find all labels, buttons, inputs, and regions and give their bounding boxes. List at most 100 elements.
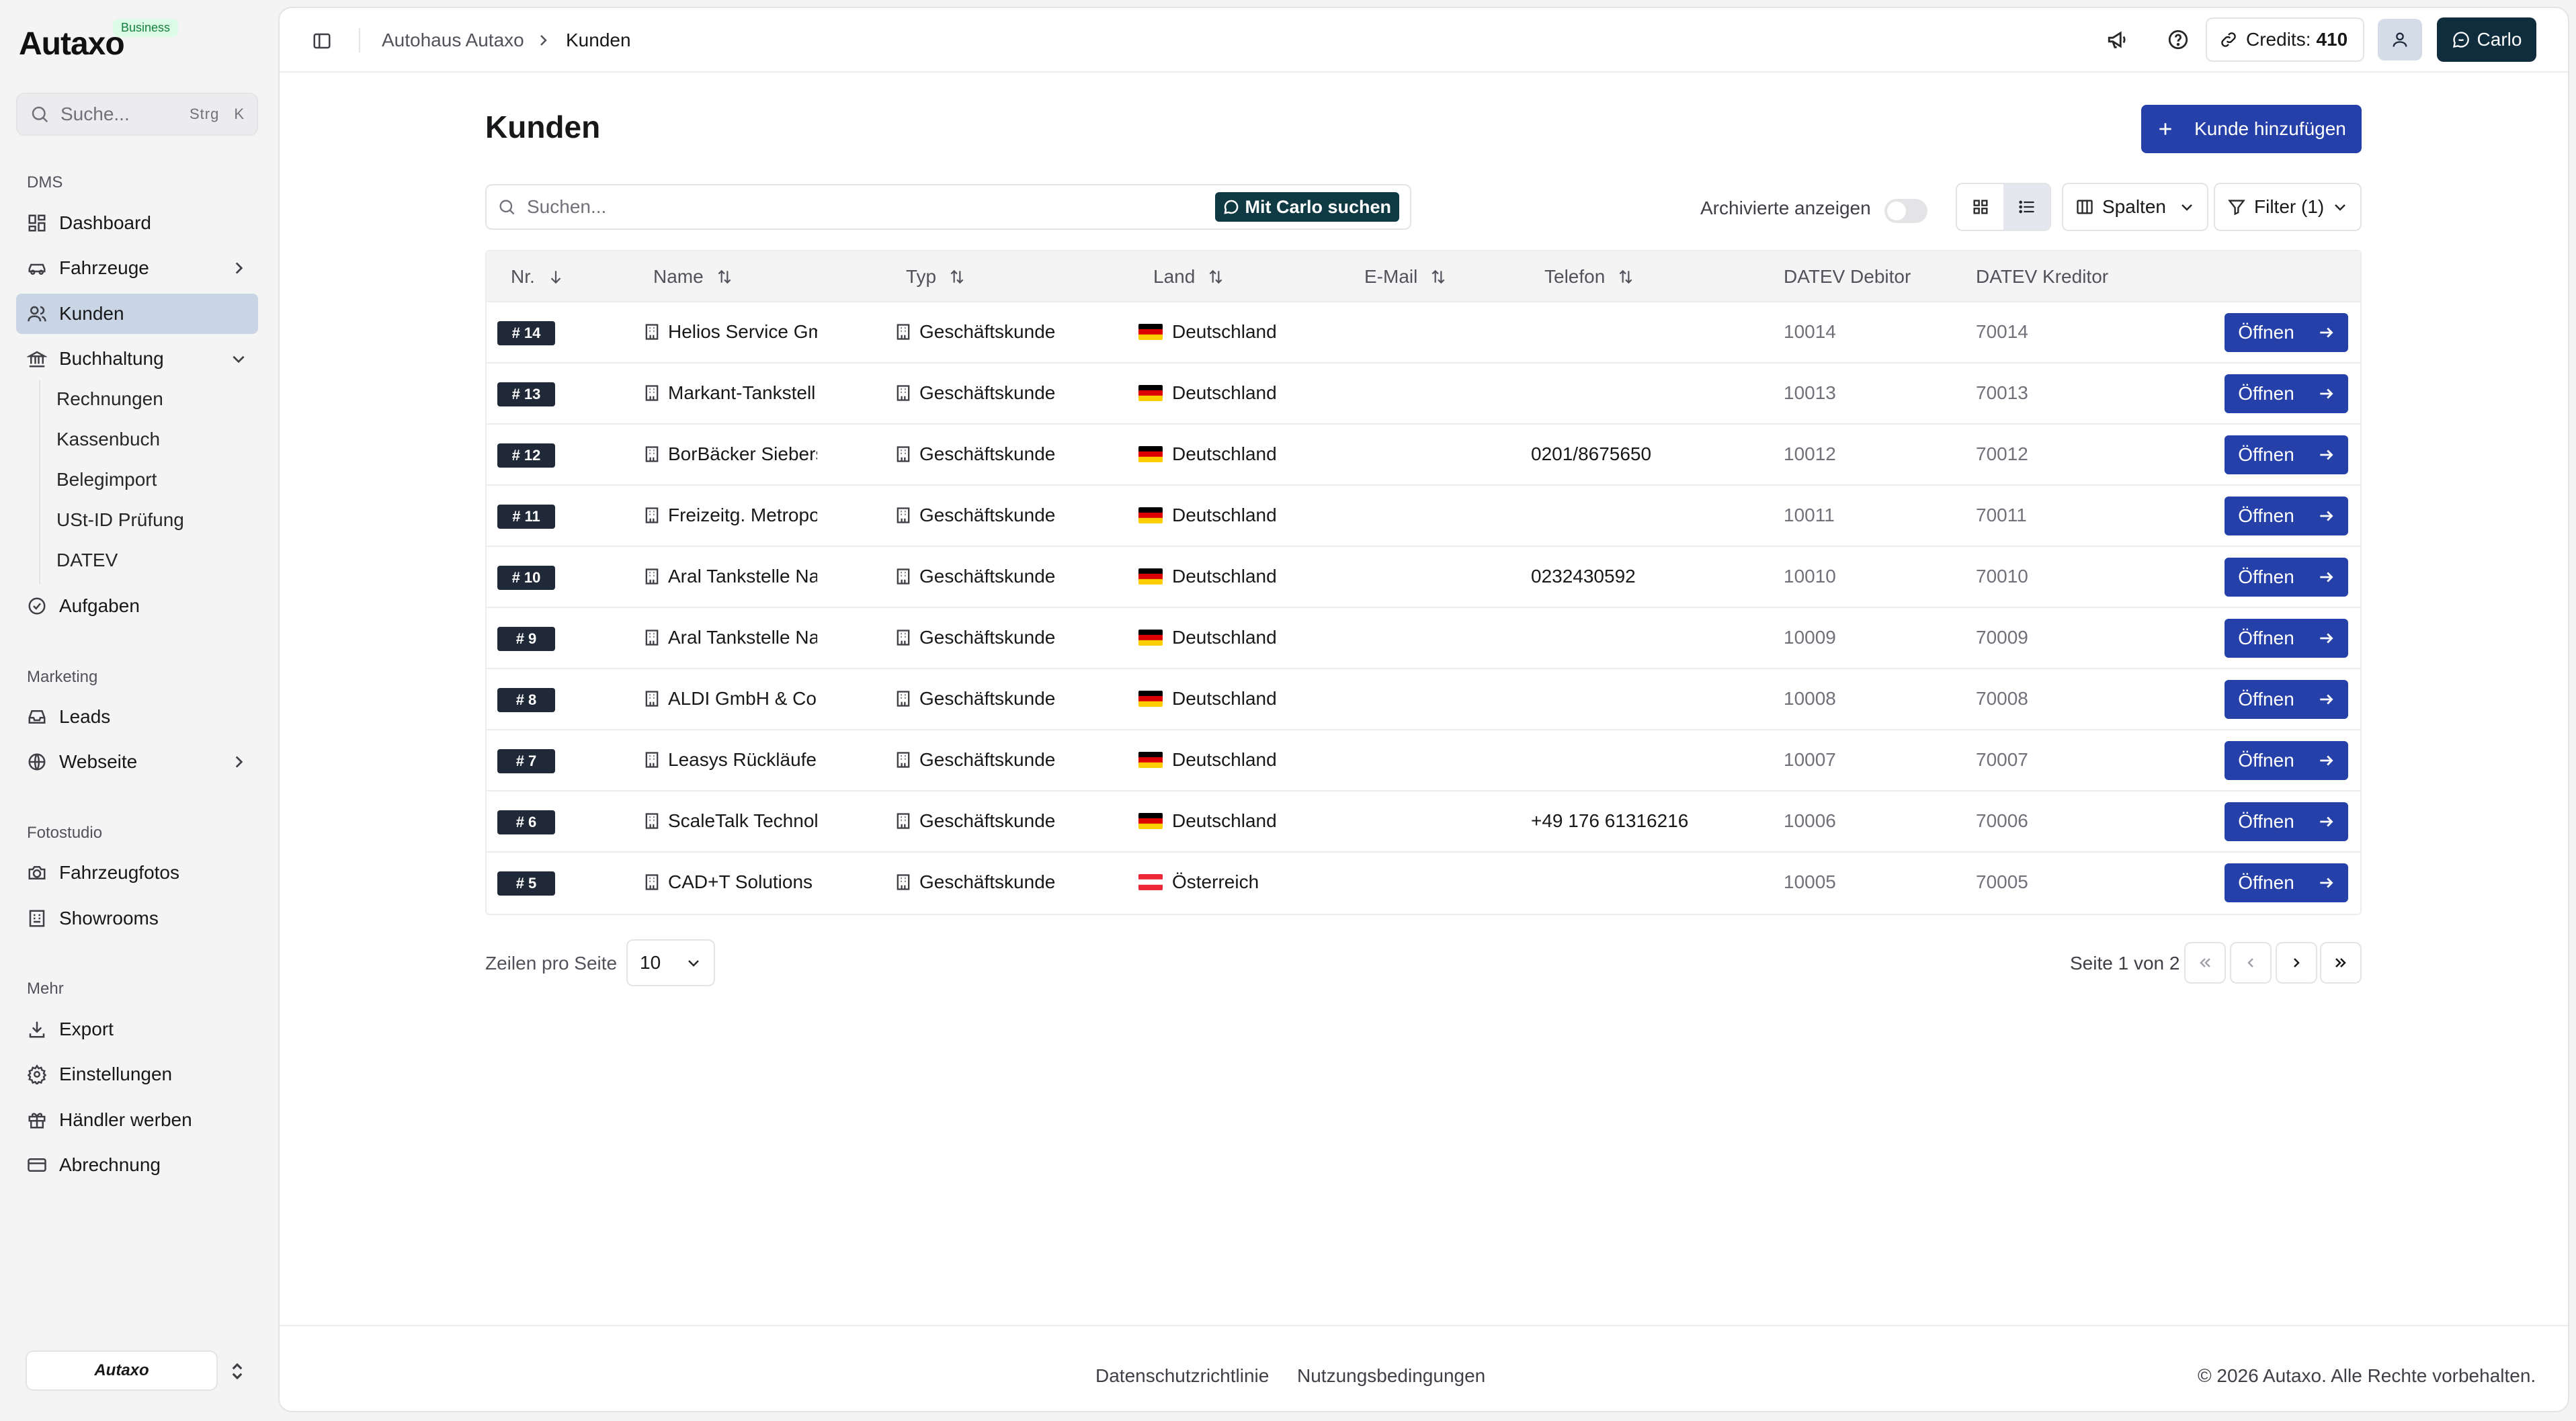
customer-number-badge: # 9: [497, 627, 555, 651]
carlo-search-button[interactable]: Mit Carlo suchen: [1215, 192, 1399, 222]
next-page-button[interactable]: [2276, 942, 2317, 984]
filter-label: Filter (1): [2254, 196, 2325, 217]
sidebar-item-haendler-werben[interactable]: Händler werben: [16, 1100, 258, 1140]
country-cell: Österreich: [1138, 871, 1259, 893]
profile-button[interactable]: [2378, 19, 2422, 60]
sidebar-subitem-ustid[interactable]: USt-ID Prüfung: [56, 509, 184, 531]
chevrons-left-icon: [2200, 958, 2210, 967]
arrow-right-icon: [2320, 511, 2333, 521]
chevron-down-icon: [233, 355, 245, 363]
filter-button[interactable]: Filter (1): [2214, 183, 2362, 231]
chevrons-up-down-icon[interactable]: [227, 1360, 247, 1383]
table-row: # 11 Freizeitg. Metropo Geschäftskunde D…: [487, 486, 2360, 547]
page-title: Kunden: [485, 110, 601, 144]
flag-icon: [1138, 691, 1163, 707]
open-customer-button[interactable]: Öffnen: [2225, 802, 2348, 841]
add-customer-button[interactable]: Kunde hinzufügen: [2141, 105, 2362, 153]
sidebar-toggle-icon[interactable]: [312, 31, 332, 51]
sort-icon: [718, 269, 731, 284]
column-header-datev-kreditor: DATEV Kreditor: [1976, 266, 2108, 288]
open-button-label: Öffnen: [2238, 444, 2294, 465]
table-row: # 14 Helios Service Gm Geschäftskunde De…: [487, 302, 2360, 363]
sidebar-item-showrooms[interactable]: Showrooms: [16, 898, 258, 939]
sidebar-item-fahrzeugfotos[interactable]: Fahrzeugfotos: [16, 853, 258, 893]
open-customer-button[interactable]: Öffnen: [2225, 619, 2348, 658]
open-customer-button[interactable]: Öffnen: [2225, 741, 2348, 780]
megaphone-icon[interactable]: [2106, 28, 2129, 51]
archived-label: Archivierte anzeigen: [1700, 198, 1871, 218]
workspace-switcher[interactable]: Autaxo: [26, 1350, 218, 1391]
column-header-telefon[interactable]: Telefon: [1544, 266, 1634, 288]
open-customer-button[interactable]: Öffnen: [2225, 497, 2348, 535]
open-customer-button[interactable]: Öffnen: [2225, 313, 2348, 352]
help-icon[interactable]: [2167, 28, 2190, 51]
sidebar-item-fahrzeuge[interactable]: Fahrzeuge: [16, 248, 258, 288]
chevron-down-icon: [2335, 204, 2345, 211]
sidebar-item-kunden[interactable]: Kunden: [16, 294, 258, 334]
customer-type: Geschäftskunde: [919, 566, 1056, 587]
main-panel: Autohaus Autaxo Kunden Credits: 410 Carl…: [278, 7, 2569, 1412]
mini-logo: Autaxo: [94, 1361, 149, 1379]
gift-icon: [28, 1113, 46, 1129]
table-row: # 6 ScaleTalk Technol Geschäftskunde Deu…: [487, 791, 2360, 853]
sidebar-subitem-belegimport[interactable]: Belegimport: [56, 469, 157, 490]
sidebar-item-dashboard[interactable]: Dashboard: [16, 203, 258, 243]
plus-icon: [2159, 123, 2171, 135]
autaxo-logo[interactable]: Autaxo Business: [19, 19, 180, 62]
users-icon: [28, 306, 46, 322]
sidebar-item-buchhaltung[interactable]: Buchhaltung: [16, 339, 258, 379]
sidebar-item-webseite[interactable]: Webseite: [16, 742, 258, 782]
type-cell: Geschäftskunde: [894, 382, 1055, 404]
columns-button[interactable]: Spalten: [2062, 183, 2208, 231]
customer-search-input[interactable]: Suchen... Mit Carlo suchen: [485, 184, 1411, 230]
open-customer-button[interactable]: Öffnen: [2225, 680, 2348, 719]
column-header-email[interactable]: E-Mail: [1364, 266, 1447, 288]
type-cell: Geschäftskunde: [894, 749, 1055, 771]
column-header-label: E-Mail: [1364, 266, 1418, 287]
privacy-link[interactable]: Datenschutzrichtlinie: [1095, 1365, 1269, 1387]
open-customer-button[interactable]: Öffnen: [2225, 863, 2348, 902]
column-header-name[interactable]: Name: [653, 266, 733, 288]
grid-view-button[interactable]: [1957, 184, 2003, 230]
breadcrumb-autohaus[interactable]: Autohaus Autaxo: [382, 30, 524, 51]
previous-page-button[interactable]: [2230, 942, 2272, 984]
column-header-typ[interactable]: Typ: [906, 266, 966, 288]
sidebar-item-export[interactable]: Export: [16, 1009, 258, 1049]
type-cell: Geschäftskunde: [894, 566, 1055, 587]
column-header-land[interactable]: Land: [1153, 266, 1224, 288]
country-cell: Deutschland: [1138, 810, 1277, 832]
sidebar-item-einstellungen[interactable]: Einstellungen: [16, 1054, 258, 1094]
sidebar-item-abrechnung[interactable]: Abrechnung: [16, 1145, 258, 1185]
credits-button[interactable]: Credits: 410: [2206, 17, 2364, 62]
open-customer-button[interactable]: Öffnen: [2225, 558, 2348, 597]
sidebar-subitem-datev[interactable]: DATEV: [56, 550, 118, 571]
sidebar-search[interactable]: Suche... Strg K: [16, 93, 258, 136]
sidebar-subitem-rechnungen[interactable]: Rechnungen: [56, 388, 163, 410]
customer-type: Geschäftskunde: [919, 810, 1056, 831]
country-name: Deutschland: [1172, 566, 1277, 587]
list-view-button[interactable]: [2003, 184, 2050, 230]
type-cell: Geschäftskunde: [894, 871, 1055, 893]
open-customer-button[interactable]: Öffnen: [2225, 374, 2348, 413]
column-header-nr[interactable]: Nr.: [511, 266, 565, 288]
customer-name: Aral Tankstelle Na: [668, 627, 817, 648]
building-icon: [645, 507, 659, 523]
arrow-down-icon: [550, 271, 561, 284]
country-cell: Deutschland: [1138, 382, 1277, 404]
archived-toggle[interactable]: [1884, 199, 1927, 223]
open-customer-button[interactable]: Öffnen: [2225, 435, 2348, 474]
rows-per-page-value: 10: [640, 952, 661, 973]
carlo-assistant-button[interactable]: Carlo: [2437, 17, 2536, 62]
carlo-search-label: Mit Carlo suchen: [1245, 196, 1391, 217]
flag-icon: [1138, 446, 1163, 462]
sidebar-subitem-kassenbuch[interactable]: Kassenbuch: [56, 429, 160, 450]
terms-link[interactable]: Nutzungsbedingungen: [1297, 1365, 1485, 1387]
first-page-button[interactable]: [2184, 942, 2226, 984]
sidebar-item-leads[interactable]: Leads: [16, 697, 258, 737]
group-label-marketing: Marketing: [27, 668, 98, 686]
flag-icon: [1138, 385, 1163, 401]
car-icon: [28, 263, 46, 275]
rows-per-page-select[interactable]: 10: [626, 939, 715, 986]
sidebar-item-aufgaben[interactable]: Aufgaben: [16, 586, 258, 626]
last-page-button[interactable]: [2320, 942, 2362, 984]
